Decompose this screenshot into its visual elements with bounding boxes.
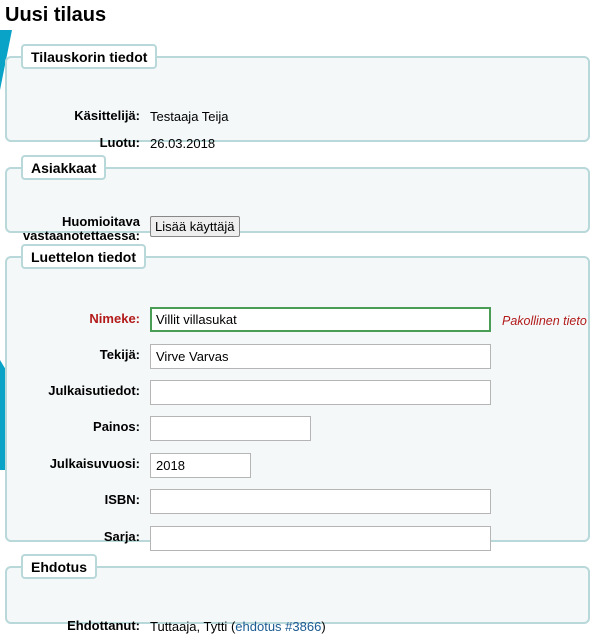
series-label: Sarja: bbox=[103, 529, 140, 544]
suggestion-link[interactable]: ehdotus #3866 bbox=[235, 619, 321, 634]
suggester-label: Ehdottanut: bbox=[67, 618, 140, 633]
basket-info-section: Tilauskorin tiedot Käsittelijä: Testaaja… bbox=[5, 44, 590, 151]
required-hint: Pakollinen tieto bbox=[502, 314, 587, 328]
customers-label-line2: vastaanotettaessa: bbox=[22, 228, 140, 243]
suggester-value: Tuttaaja, Tytti (ehdotus #3866) bbox=[150, 619, 326, 634]
title-input[interactable] bbox=[150, 307, 491, 332]
edition-input[interactable] bbox=[150, 416, 311, 441]
catalog-info-legend: Luettelon tiedot bbox=[21, 244, 146, 269]
suggestion-legend: Ehdotus bbox=[21, 554, 97, 579]
basket-info-legend: Tilauskorin tiedot bbox=[21, 44, 158, 69]
created-value: 26.03.2018 bbox=[150, 136, 216, 151]
series-input[interactable] bbox=[150, 526, 491, 551]
customers-label: Huomioitava vastaanotettaessa: bbox=[7, 215, 140, 243]
customers-label-line1: Huomioitava bbox=[61, 214, 140, 229]
year-label: Julkaisuvuosi: bbox=[49, 456, 140, 471]
isbn-input[interactable] bbox=[150, 489, 491, 514]
title-label: Nimeke: bbox=[89, 311, 140, 326]
author-input[interactable] bbox=[150, 344, 491, 369]
year-input[interactable] bbox=[150, 453, 251, 478]
publication-label: Julkaisutiedot: bbox=[48, 383, 140, 398]
created-label: Luotu: bbox=[99, 135, 140, 150]
add-user-button[interactable]: Lisää käyttäjä bbox=[150, 216, 240, 237]
author-label: Tekijä: bbox=[99, 347, 140, 362]
page-title: Uusi tilaus bbox=[5, 4, 107, 26]
catalog-info-section: Luettelon tiedot Nimeke: Pakollinen tiet… bbox=[5, 244, 590, 551]
handler-value: Testaaja Teija bbox=[150, 109, 229, 124]
suggester-name: Tuttaaja, Tytti bbox=[150, 619, 228, 634]
handler-label: Käsittelijä: bbox=[74, 108, 140, 123]
suggestion-section: Ehdotus Ehdottanut: Tuttaaja, Tytti (ehd… bbox=[5, 554, 590, 634]
isbn-label: ISBN: bbox=[104, 492, 140, 507]
customers-legend: Asiakkaat bbox=[21, 155, 107, 180]
edition-label: Painos: bbox=[93, 419, 140, 434]
customers-section: Asiakkaat Huomioitava vastaanotettaessa:… bbox=[5, 155, 590, 243]
publication-input[interactable] bbox=[150, 380, 491, 405]
